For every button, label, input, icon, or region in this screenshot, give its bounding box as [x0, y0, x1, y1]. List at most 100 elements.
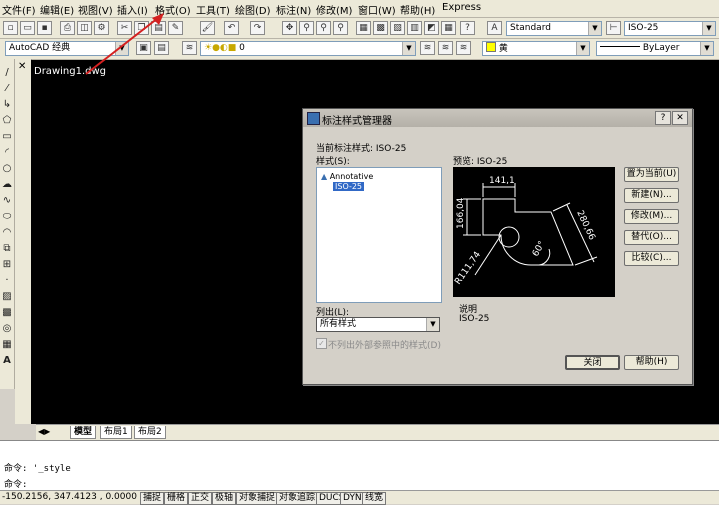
- coordinate-readout: -150.2156, 347.4123 , 0.0000: [2, 492, 137, 502]
- tab-layout1[interactable]: 布局1: [100, 426, 132, 439]
- insert-block-icon[interactable]: ⧉: [1, 243, 13, 255]
- dialog-titlebar: 标注样式管理器 ? ✕: [303, 109, 692, 127]
- menu-edit[interactable]: 编辑(E): [40, 2, 74, 17]
- matchprop-icon[interactable]: ✎: [168, 21, 183, 35]
- calculator-icon[interactable]: ▦: [441, 21, 456, 35]
- close-title-button[interactable]: ✕: [672, 111, 688, 125]
- menu-draw[interactable]: 绘图(D): [235, 2, 271, 17]
- redo-icon[interactable]: ↷: [250, 21, 265, 35]
- menu-file[interactable]: 文件(F): [2, 2, 36, 17]
- table-icon[interactable]: ▦: [1, 339, 13, 351]
- styles-label: 样式(S):: [316, 157, 350, 167]
- make-block-icon[interactable]: ⊞: [1, 259, 13, 271]
- sheetset-icon[interactable]: ▥: [407, 21, 422, 35]
- help-icon[interactable]: ?: [460, 21, 475, 35]
- revcloud-icon[interactable]: ☁: [1, 179, 13, 191]
- set-current-button[interactable]: 置为当前(U): [624, 167, 679, 182]
- preview-dim-1: 141,1: [489, 176, 515, 186]
- style-preview: 141,1 166,04 280,66 60° R111,74: [453, 167, 615, 297]
- dialog-title: 标注样式管理器: [322, 116, 392, 127]
- color-select[interactable]: 黄 ▼: [482, 41, 590, 56]
- markup-icon[interactable]: ◩: [424, 21, 439, 35]
- ellipse-icon[interactable]: ⬭: [1, 211, 13, 223]
- layer-manager-icon[interactable]: ≋: [182, 41, 197, 55]
- menu-express[interactable]: Express: [442, 2, 481, 13]
- lineweight-toggle[interactable]: 线宽: [362, 492, 387, 505]
- layer-previous-icon[interactable]: ≋: [438, 41, 453, 55]
- modify-style-button[interactable]: 修改(M)...: [624, 209, 679, 224]
- gradient-icon[interactable]: ▩: [1, 307, 13, 319]
- spline-icon[interactable]: ∿: [1, 195, 13, 207]
- menu-modify[interactable]: 修改(M): [316, 2, 352, 17]
- menu-window[interactable]: 窗口(W): [358, 2, 396, 17]
- preview-dim-2: 166,04: [456, 197, 466, 229]
- menu-tools[interactable]: 工具(T): [196, 2, 230, 17]
- polar-toggle[interactable]: 极轴: [212, 492, 237, 505]
- polygon-icon[interactable]: ⬠: [1, 115, 13, 127]
- annotative-icon: ▲: [321, 172, 328, 181]
- brush-icon[interactable]: 🖌: [200, 21, 215, 35]
- list-filter-select[interactable]: 所有样式 ▼: [316, 317, 440, 332]
- undo-icon[interactable]: ↶: [224, 21, 239, 35]
- osnap-toggle[interactable]: 对象捕捉: [236, 492, 279, 505]
- polyline-icon[interactable]: ↳: [1, 99, 13, 111]
- layer-iso-icon[interactable]: ≋: [456, 41, 471, 55]
- properties-icon[interactable]: ▦: [356, 21, 371, 35]
- override-style-button[interactable]: 替代(O)...: [624, 230, 679, 245]
- tab-layout2[interactable]: 布局2: [134, 426, 166, 439]
- new-style-button[interactable]: 新建(N)...: [624, 188, 679, 203]
- ortho-toggle[interactable]: 正交: [188, 492, 213, 505]
- tab-nav-icon[interactable]: ◀▶: [38, 427, 50, 436]
- help-title-button[interactable]: ?: [655, 111, 671, 125]
- preview-dim-4: 60°: [531, 240, 548, 259]
- open-icon[interactable]: ▭: [20, 21, 35, 35]
- close-button[interactable]: 关闭: [565, 355, 620, 370]
- pan-icon[interactable]: ✥: [282, 21, 297, 35]
- layer-select[interactable]: ☀●◐■ 0 ▼: [200, 41, 416, 56]
- styles-list[interactable]: ▲ Annotative ISO-25: [316, 167, 442, 303]
- circle-icon[interactable]: ○: [1, 163, 13, 175]
- region-icon[interactable]: ◎: [1, 323, 13, 335]
- line-icon[interactable]: /: [1, 67, 13, 79]
- toolpalettes-icon[interactable]: ▧: [390, 21, 405, 35]
- zoom-icon[interactable]: ⚲: [299, 21, 314, 35]
- preview-dim-3: 280,66: [574, 209, 596, 242]
- dim-style-select[interactable]: ISO-25 ▼: [624, 21, 716, 36]
- command-window[interactable]: 命令: '_style 命令:: [0, 440, 719, 491]
- xref-checkbox[interactable]: ✓: [316, 338, 327, 349]
- arc-icon[interactable]: ◜: [1, 147, 13, 159]
- zoom-previous-icon[interactable]: ⚲: [333, 21, 348, 35]
- close-icon[interactable]: ✕: [18, 61, 26, 72]
- text-style-icon[interactable]: A: [487, 21, 502, 35]
- print-icon[interactable]: ⎙: [60, 21, 75, 35]
- hatch-icon[interactable]: ▨: [1, 291, 13, 303]
- menu-dimension[interactable]: 标注(N): [276, 2, 311, 17]
- dyn-toggle[interactable]: DYN: [340, 492, 365, 505]
- otrack-toggle[interactable]: 对象追踪: [276, 492, 319, 505]
- new-icon[interactable]: ▫: [3, 21, 18, 35]
- zoom-window-icon[interactable]: ⚲: [316, 21, 331, 35]
- compare-style-button[interactable]: 比较(C)...: [624, 251, 679, 266]
- menu-help[interactable]: 帮助(H): [400, 2, 435, 17]
- mtext-icon[interactable]: A: [1, 355, 13, 367]
- linetype-select[interactable]: ByLayer ▼: [596, 41, 714, 56]
- save-icon[interactable]: ▪: [37, 21, 52, 35]
- make-current-layer-icon[interactable]: ≋: [420, 41, 435, 55]
- description-panel: 说明 ISO-25: [453, 302, 615, 347]
- list-item-selected[interactable]: ISO-25: [333, 182, 365, 191]
- draw-toolbar: / ⁄ ↳ ⬠ ▭ ◜ ○ ☁ ∿ ⬭ ◠ ⧉ ⊞ · ▨ ▩ ◎ ▦ A: [0, 59, 15, 389]
- xline-icon[interactable]: ⁄: [1, 83, 13, 95]
- dimension-style-manager-dialog: 标注样式管理器 ? ✕ 当前标注样式: ISO-25 样式(S): 预览: IS…: [302, 108, 693, 385]
- text-style-select[interactable]: Standard ▼: [506, 21, 602, 36]
- grid-toggle[interactable]: 栅格: [164, 492, 189, 505]
- current-style-label: 当前标注样式: ISO-25: [316, 144, 407, 154]
- list-item[interactable]: ▲ Annotative: [321, 172, 373, 181]
- designcenter-icon[interactable]: ▩: [373, 21, 388, 35]
- rectangle-icon[interactable]: ▭: [1, 131, 13, 143]
- point-icon[interactable]: ·: [1, 275, 13, 287]
- help-button[interactable]: 帮助(H): [624, 355, 679, 370]
- tab-model[interactable]: 模型: [70, 426, 97, 439]
- ellipse-arc-icon[interactable]: ◠: [1, 227, 13, 239]
- dim-style-icon[interactable]: ⊢: [606, 21, 621, 35]
- snap-toggle[interactable]: 捕捉: [140, 492, 165, 505]
